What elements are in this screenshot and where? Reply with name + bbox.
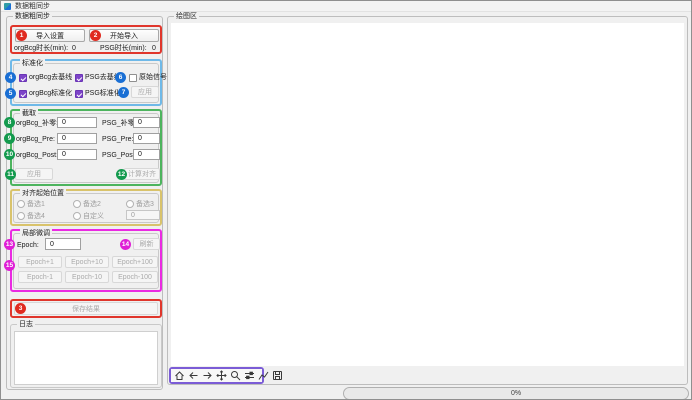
custom-radio[interactable]: [73, 212, 81, 220]
annotation-badge-6: 6: [115, 72, 126, 83]
clip-annotation-box: 截取 8 orgBcg_补零: 0 PSG_补零: 0 9 orgBcg_Pre…: [10, 109, 162, 186]
clip-title: 截取: [20, 109, 38, 118]
annotation-badge-12: 12: [116, 169, 127, 180]
progress-text: 0%: [511, 390, 521, 397]
epoch-label: Epoch:: [17, 241, 39, 250]
normalize-annotation-box: 标准化 4 orgBcg去基线 PSG去基线 6 原始信号 5 orgBcg标准…: [10, 59, 162, 106]
align-title: 对齐起始位置: [20, 189, 66, 198]
log-title: 日志: [17, 320, 35, 329]
app-window: 数据粗同步 数据粗同步 导入设置 开始导入 1 2 orgBcg时长(min):…: [0, 0, 692, 400]
finetune-annotation-box: 局部微调 13 Epoch: 0 14 刷新 15 Epoch+1 Epoch+…: [10, 229, 162, 292]
custom-label: 自定义: [83, 212, 104, 221]
annotation-badge-9: 9: [4, 133, 15, 144]
clip-row-left-label: orgBcg_补零:: [16, 119, 58, 128]
annotation-badge-13: 13: [4, 239, 15, 250]
annotation-badge-3: 3: [15, 303, 26, 314]
annotation-badge-4: 4: [5, 72, 16, 83]
clip-row-right-label: PSG_补零:: [102, 119, 137, 128]
option4-radio[interactable]: [17, 212, 25, 220]
annotation-badge-15: 15: [4, 260, 15, 271]
progress-bar: 0%: [343, 387, 689, 400]
pan-icon[interactable]: [216, 370, 227, 381]
option1-label: 备选1: [27, 200, 45, 209]
toolbar-annotation-box: [169, 367, 264, 384]
epoch-plus10-button[interactable]: Epoch+10: [65, 256, 109, 268]
log-group: 日志: [10, 324, 162, 388]
annotation-badge-10: 10: [4, 149, 15, 160]
zoom-icon[interactable]: [230, 370, 241, 381]
back-icon[interactable]: [188, 370, 199, 381]
epoch-minus100-button[interactable]: Epoch-100: [112, 271, 158, 283]
calc-align-button[interactable]: 计算对齐: [124, 168, 160, 180]
align-annotation-box: 对齐起始位置 备选1 备选2 备选3 备选4 自定义 0: [10, 189, 162, 226]
option3-label: 备选3: [136, 200, 154, 209]
option4-label: 备选4: [27, 212, 45, 221]
orgbcg-pre-input[interactable]: 0: [57, 133, 97, 144]
plot-toolbar: [171, 369, 262, 382]
psg-duration-value: 0: [152, 44, 156, 53]
option3-radio[interactable]: [126, 200, 134, 208]
save-annotation-box: 保存结果 3: [10, 299, 162, 318]
clip-row-right-label: PSG_Post:: [102, 151, 137, 160]
custom-position-input[interactable]: 0: [126, 210, 160, 220]
window-title: 数据粗同步: [15, 1, 50, 12]
annotation-badge-14: 14: [120, 239, 131, 250]
raw-signal-checkbox[interactable]: [129, 74, 137, 82]
orgbcg-padzero-input[interactable]: 0: [57, 117, 97, 128]
normalize-title: 标准化: [20, 59, 45, 68]
raw-signal-label: 原始信号: [139, 73, 167, 82]
orgbcg-debaseline-label: orgBcg去基线: [29, 73, 72, 82]
annotation-badge-8: 8: [4, 117, 15, 128]
plot-panel-group: 绘图区: [167, 16, 688, 385]
psg-duration-label: PSG时长(min):: [100, 44, 147, 53]
option2-label: 备选2: [83, 200, 101, 209]
option1-radio[interactable]: [17, 200, 25, 208]
psg-debaseline-checkbox[interactable]: [75, 74, 83, 82]
sync-panel-title: 数据粗同步: [13, 12, 52, 21]
log-textarea[interactable]: [14, 331, 158, 385]
title-bar: 数据粗同步: [1, 1, 691, 12]
annotation-badge-2: 2: [90, 30, 101, 41]
annotation-badge-7: 7: [118, 87, 129, 98]
orgbcg-duration-label: orgBcg时长(min):: [14, 44, 68, 53]
app-icon: [4, 3, 11, 10]
save-result-button[interactable]: 保存结果: [14, 302, 158, 315]
option2-radio[interactable]: [73, 200, 81, 208]
normalize-apply-button[interactable]: 应用: [131, 86, 159, 98]
orgbcg-normalize-checkbox[interactable]: [19, 90, 27, 98]
import-annotation-box: 导入设置 开始导入 1 2 orgBcg时长(min): 0 PSG时长(min…: [10, 25, 162, 54]
save-figure-icon[interactable]: [272, 370, 283, 381]
psg-normalize-checkbox[interactable]: [75, 90, 83, 98]
psg-pre-input[interactable]: 0: [133, 133, 160, 144]
refresh-button[interactable]: 刷新: [133, 238, 160, 250]
plot-panel-title: 绘图区: [174, 12, 199, 21]
psg-post-input[interactable]: 0: [133, 149, 160, 160]
clip-row-right-label: PSG_Pre:: [102, 135, 134, 144]
epoch-plus100-button[interactable]: Epoch+100: [112, 256, 158, 268]
epoch-plus1-button[interactable]: Epoch+1: [18, 256, 62, 268]
line-plot-icon[interactable]: [258, 370, 269, 381]
epoch-minus1-button[interactable]: Epoch-1: [18, 271, 62, 283]
orgbcg-normalize-label: orgBcg标准化: [29, 89, 72, 98]
configure-subplots-icon[interactable]: [244, 370, 255, 381]
psg-padzero-input[interactable]: 0: [133, 117, 160, 128]
home-icon[interactable]: [174, 370, 185, 381]
annotation-badge-11: 11: [5, 169, 16, 180]
clip-row-left-label: orgBcg_Post:: [16, 151, 58, 160]
forward-icon[interactable]: [202, 370, 213, 381]
epoch-input[interactable]: 0: [45, 238, 81, 250]
plot-canvas[interactable]: [171, 23, 684, 366]
sync-panel-group: 数据粗同步 导入设置 开始导入 1 2 orgBcg时长(min): 0 PSG…: [6, 16, 163, 390]
annotation-badge-5: 5: [5, 88, 16, 99]
epoch-minus10-button[interactable]: Epoch-10: [65, 271, 109, 283]
annotation-badge-1: 1: [16, 30, 27, 41]
psg-normalize-label: PSG标准化: [85, 89, 121, 98]
orgbcg-duration-value: 0: [72, 44, 76, 53]
finetune-title: 局部微调: [20, 229, 52, 238]
orgbcg-post-input[interactable]: 0: [57, 149, 97, 160]
orgbcg-debaseline-checkbox[interactable]: [19, 74, 27, 82]
clip-apply-button[interactable]: 应用: [15, 168, 53, 180]
clip-row-left-label: orgBcg_Pre:: [16, 135, 55, 144]
